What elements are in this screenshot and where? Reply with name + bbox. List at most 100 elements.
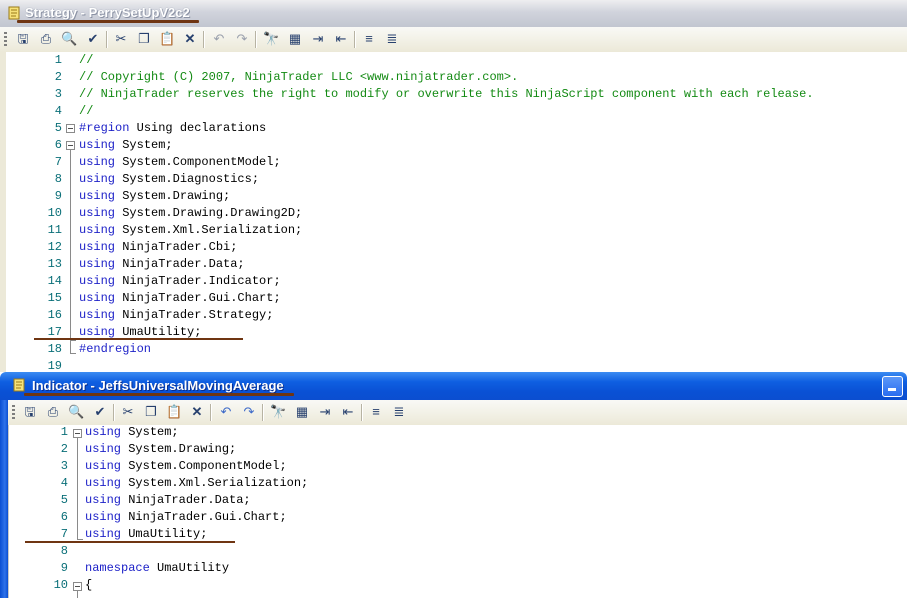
code-line[interactable]: 7 using System.ComponentModel; [6, 154, 907, 171]
line-number: 6 [54, 138, 62, 152]
code-token: Using declarations [129, 121, 267, 135]
indicator-title-bar[interactable]: Indicator - JeffsUniversalMovingAverage [0, 372, 907, 400]
compile-icon[interactable]: ✔ [85, 31, 101, 47]
keyword-token: using [79, 291, 116, 305]
code-line[interactable]: 14 using NinjaTrader.Indicator; [6, 273, 907, 290]
print-icon[interactable]: ⎙ [45, 404, 61, 420]
code-line[interactable]: 5 #region Using declarations [6, 120, 907, 137]
code-token: NinjaTrader.Strategy; [115, 308, 274, 322]
code-token: NinjaTrader.Gui.Chart; [115, 291, 281, 305]
code-line[interactable]: 19 [6, 358, 907, 372]
compile-icon[interactable]: ✔ [92, 404, 108, 420]
code-line[interactable]: 13 using NinjaTrader.Data; [6, 256, 907, 273]
paste-icon[interactable]: 📋 [159, 31, 175, 47]
line-number: 9 [54, 189, 62, 203]
redo-icon[interactable]: ↷ [234, 31, 250, 47]
code-line[interactable]: 2 // Copyright (C) 2007, NinjaTrader LLC … [6, 69, 907, 86]
print-preview-icon[interactable]: 🔍 [61, 31, 77, 47]
line-number: 11 [47, 223, 62, 237]
code-text: #endregion [79, 341, 151, 358]
cut-icon[interactable]: ✂ [120, 404, 136, 420]
code-token: System.Xml.Serialization; [115, 223, 303, 237]
replace-icon[interactable]: ▦ [294, 404, 310, 420]
code-line[interactable]: 9 using System.Drawing; [6, 188, 907, 205]
code-token: System.Drawing.Drawing2D; [115, 206, 303, 220]
line-number: 17 [47, 325, 62, 339]
code-line[interactable]: 17 using UmaUtility; [6, 324, 907, 341]
line-number: 7 [60, 527, 68, 541]
code-token: NinjaTrader.Data; [121, 493, 251, 507]
save-icon[interactable]: 🖫 [15, 31, 31, 47]
replace-icon[interactable]: ▦ [287, 31, 303, 47]
line-number: 10 [53, 578, 68, 592]
keyword-token: using [85, 425, 122, 439]
find-icon[interactable]: 🔭 [270, 404, 286, 420]
redo-icon[interactable]: ↷ [241, 404, 257, 420]
code-line[interactable]: 11 using System.Xml.Serialization; [6, 222, 907, 239]
code-token: NinjaTrader.Indicator; [115, 274, 281, 288]
code-line[interactable]: 2 using System.Drawing; [9, 441, 907, 458]
comment-icon[interactable]: ≡ [361, 31, 377, 47]
code-line[interactable]: 12 using NinjaTrader.Cbi; [6, 239, 907, 256]
code-line[interactable]: 6 using NinjaTrader.Gui.Chart; [9, 509, 907, 526]
code-token: UmaUtility; [115, 325, 202, 339]
paste-icon[interactable]: 📋 [166, 404, 182, 420]
undo-icon[interactable]: ↶ [218, 404, 234, 420]
code-line[interactable]: 16 using NinjaTrader.Strategy; [6, 307, 907, 324]
line-number: 2 [60, 442, 68, 456]
document-icon [8, 6, 20, 20]
line-number: 16 [47, 308, 62, 322]
toolbar-grip[interactable] [12, 405, 15, 420]
code-text: using System.Xml.Serialization; [79, 222, 302, 239]
code-line[interactable]: 8 [9, 543, 907, 560]
comment-icon[interactable]: ≡ [368, 404, 384, 420]
code-line[interactable]: 10 using System.Drawing.Drawing2D; [6, 205, 907, 222]
print-preview-icon[interactable]: 🔍 [68, 404, 84, 420]
copy-icon[interactable]: ❐ [143, 404, 159, 420]
toolbar-separator [210, 404, 212, 421]
toolbar-grip[interactable] [4, 32, 7, 47]
delete-icon[interactable]: ✕ [182, 31, 198, 47]
indent-icon[interactable]: ⇥ [317, 404, 333, 420]
code-line[interactable]: 18 #endregion [6, 341, 907, 358]
print-icon[interactable]: ⎙ [38, 31, 54, 47]
code-line[interactable]: 1 using System; [9, 425, 907, 441]
minimize-button[interactable] [882, 376, 903, 397]
code-text: using System; [85, 425, 179, 441]
uncomment-icon[interactable]: ≣ [384, 31, 400, 47]
save-icon[interactable]: 🖫 [22, 404, 38, 420]
keyword-token: using [79, 172, 116, 186]
cut-icon[interactable]: ✂ [113, 31, 129, 47]
code-text: using System.Drawing.Drawing2D; [79, 205, 302, 222]
comment-token: // NinjaTrader reserves the right to mod… [79, 87, 814, 101]
comment-token: // [79, 53, 94, 67]
undo-icon[interactable]: ↶ [211, 31, 227, 47]
indent-icon[interactable]: ⇥ [310, 31, 326, 47]
find-icon[interactable]: 🔭 [263, 31, 279, 47]
code-text: namespace UmaUtility [85, 560, 229, 577]
code-line[interactable]: 9 namespace UmaUtility [9, 560, 907, 577]
code-line[interactable]: 3 using System.ComponentModel; [9, 458, 907, 475]
code-line[interactable]: 8 using System.Diagnostics; [6, 171, 907, 188]
code-line[interactable]: 6 using System; [6, 137, 907, 154]
code-line[interactable]: 7 using UmaUtility; [9, 526, 907, 543]
copy-icon[interactable]: ❐ [136, 31, 152, 47]
code-line[interactable]: 3 // NinjaTrader reserves the right to mo… [6, 86, 907, 103]
outdent-icon[interactable]: ⇤ [340, 404, 356, 420]
strategy-code-editor[interactable]: 1 // 2 // Copyright (C) 2007, NinjaTrader L… [0, 52, 907, 372]
code-line[interactable]: 15 using NinjaTrader.Gui.Chart; [6, 290, 907, 307]
code-line[interactable]: 1 // [6, 52, 907, 69]
outdent-icon[interactable]: ⇤ [333, 31, 349, 47]
code-line[interactable]: 4 // [6, 103, 907, 120]
keyword-token: using [85, 442, 122, 456]
toolbar-separator [203, 31, 205, 48]
strategy-title-bar[interactable]: Strategy - PerrySetUpV2c2 [0, 0, 907, 27]
code-line[interactable]: 10 { [9, 577, 907, 594]
code-line[interactable]: 4 using System.Xml.Serialization; [9, 475, 907, 492]
line-number: 2 [54, 70, 62, 84]
indicator-code-editor[interactable]: 1 using System; 2 using System.Drawing; 3 usi… [8, 425, 907, 598]
code-line[interactable]: 5 using NinjaTrader.Data; [9, 492, 907, 509]
uncomment-icon[interactable]: ≣ [391, 404, 407, 420]
delete-icon[interactable]: ✕ [189, 404, 205, 420]
code-text: using System.ComponentModel; [85, 458, 287, 475]
